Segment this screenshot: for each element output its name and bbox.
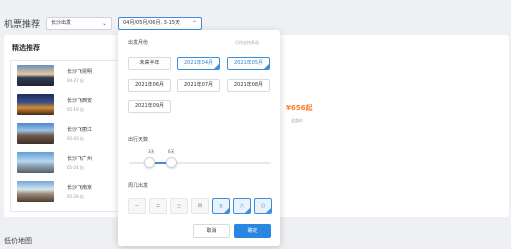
month-option[interactable]: 未来半年 <box>128 57 171 70</box>
section-title: 低价地图 <box>4 237 32 245</box>
destination-image <box>17 65 54 86</box>
chevron-down-icon: ⌄ <box>101 20 107 27</box>
month-option[interactable]: 2021年05月 <box>227 57 270 70</box>
date-label: 05-03 出 <box>67 136 84 141</box>
route-label: 长沙飞丽江 <box>67 127 93 133</box>
destination-image <box>17 181 54 202</box>
weekday-option[interactable]: 五 <box>212 198 230 214</box>
card-title: 精选推荐 <box>12 44 40 52</box>
list-item[interactable]: 长沙飞广州 05-24 出 <box>11 148 126 176</box>
date-label: 05-24 出 <box>67 165 84 170</box>
days-label: 出行天数 <box>128 137 149 143</box>
date-label: 04-27 出 <box>67 78 84 83</box>
weekday-option[interactable]: 三 <box>170 198 188 214</box>
destination-image <box>17 123 54 144</box>
origin-select[interactable]: 长沙出发 ⌄ <box>46 17 112 30</box>
list-item[interactable]: 长沙飞西安 05-19 出 <box>11 90 126 118</box>
month-option[interactable]: 2021年09月 <box>128 100 171 113</box>
chevron-up-icon: ⌃ <box>191 20 197 27</box>
list-item[interactable]: 长沙飞丽江 05-03 出 <box>11 119 126 147</box>
days-min-label: 3天 <box>148 149 155 154</box>
month-option[interactable]: 2021年07月 <box>177 79 220 92</box>
destination-image <box>17 152 54 173</box>
cancel-button[interactable]: 取消 <box>193 224 230 238</box>
page-title: 机票推荐 <box>4 20 41 30</box>
recommend-list: 长沙飞昆明 04-27 出 长沙飞西安 05-19 出 长沙飞丽江 05-03 … <box>10 60 127 212</box>
origin-select-label: 长沙出发 <box>51 20 72 26</box>
date-label: 05-19 出 <box>67 107 84 112</box>
route-label: 长沙飞西安 <box>67 98 93 104</box>
slider-handle-max[interactable] <box>166 157 177 168</box>
price-sub-label: 全部价 <box>291 118 303 123</box>
weekday-option[interactable]: 四 <box>191 198 209 214</box>
date-label: 05-29 出 <box>67 194 84 199</box>
route-label: 长沙飞昆明 <box>67 69 93 75</box>
list-item[interactable]: 长沙飞昆明 04-27 出 <box>11 61 126 89</box>
weekday-option[interactable]: 一 <box>128 198 146 214</box>
price-label: ¥656起 <box>286 104 313 112</box>
route-label: 长沙飞南京 <box>67 185 93 191</box>
month-option[interactable]: 2021年04月 <box>177 57 220 70</box>
month-option[interactable]: 2021年06月 <box>128 79 171 92</box>
days-max-label: 6天 <box>168 149 175 154</box>
month-label: 出发月份 <box>128 40 149 46</box>
slider-handle-min[interactable] <box>144 157 155 168</box>
month-option[interactable]: 2021年08月 <box>227 79 270 92</box>
date-select[interactable]: 04月/05月/06月, 3-15天 ⌃ <box>118 17 202 30</box>
confirm-button[interactable]: 确定 <box>234 224 271 238</box>
weekday-option[interactable]: 六 <box>233 198 251 214</box>
date-select-label: 04月/05月/06月, 3-15天 <box>123 20 180 26</box>
date-picker-popup: 出发月份 月份支持多选 未来半年 2021年04月 2021年05月 2021年… <box>118 30 280 246</box>
destination-image <box>17 94 54 115</box>
route-label: 长沙飞广州 <box>67 156 93 162</box>
weekday-option[interactable]: 日 <box>254 198 272 214</box>
weekday-option[interactable]: 二 <box>149 198 167 214</box>
list-item[interactable]: 长沙飞南京 05-29 出 <box>11 177 126 205</box>
month-hint: 月份支持多选 <box>235 40 259 45</box>
weekday-label: 周几出发 <box>128 183 149 189</box>
